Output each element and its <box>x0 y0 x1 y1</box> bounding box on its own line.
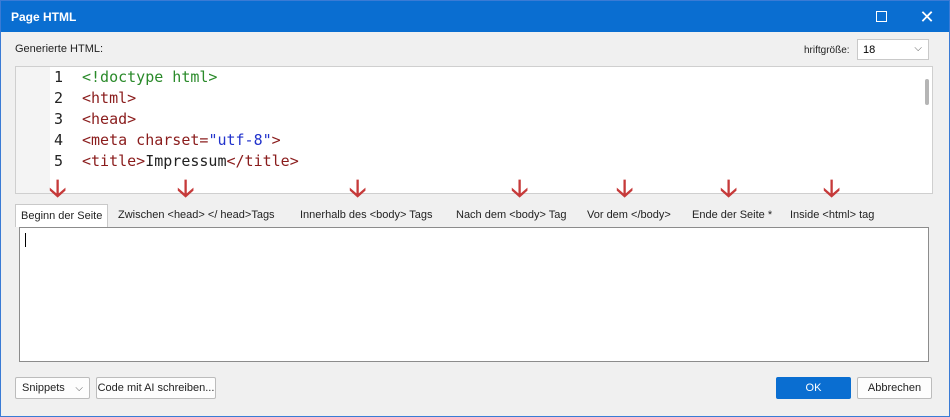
red-arrow-icon: 🡣 <box>49 175 67 202</box>
tab-vor-body-ende[interactable]: Vor dem </body> <box>587 204 671 227</box>
font-size-select[interactable]: 18 ⌵ <box>857 39 929 60</box>
line-number: 5 <box>54 152 64 170</box>
maximize-button[interactable] <box>859 1 903 32</box>
ok-button[interactable]: OK <box>776 377 851 399</box>
red-arrow-icon: 🡣 <box>720 175 738 202</box>
snippets-label: Snippets <box>22 382 65 394</box>
tab-bar: Beginn der Seite Zwischen <head> </ head… <box>15 204 933 227</box>
tab-inside-html[interactable]: Inside <html> tag <box>790 204 874 227</box>
title-bar: Page HTML ✕ <box>1 1 949 32</box>
code-token: "utf-8" <box>208 131 272 149</box>
line-number: 2 <box>54 89 64 107</box>
vertical-scrollbar[interactable] <box>925 79 929 105</box>
code-token: </title> <box>226 152 299 170</box>
line-number: 1 <box>54 68 64 86</box>
line-number: 4 <box>54 131 64 149</box>
red-arrow-icon: 🡣 <box>177 175 195 202</box>
window-title: Page HTML <box>11 10 77 24</box>
tab-nach-body[interactable]: Nach dem <body> Tag <box>456 204 566 227</box>
font-size-label: hriftgröße: <box>804 45 850 56</box>
tab-innerhalb-body[interactable]: Innerhalb des <body> Tags <box>300 204 433 227</box>
red-arrow-icon: 🡣 <box>823 175 841 202</box>
chevron-down-icon: ⌵ <box>75 383 83 394</box>
red-arrow-icon: 🡣 <box>349 175 367 202</box>
code-line: 5 <title>Impressum</title> <box>54 151 299 172</box>
ai-code-button[interactable]: Code mit AI schreiben... <box>96 377 216 399</box>
tab-ende-der-seite[interactable]: Ende der Seite * <box>692 204 772 227</box>
code-editor[interactable]: 1 <!doctype html> 2 <html> 3 <head> 4 <meta … <box>15 66 933 194</box>
red-arrow-icon: 🡣 <box>616 175 634 202</box>
line-gutter <box>16 67 50 193</box>
generated-html-label: Generierte HTML: <box>15 43 104 55</box>
font-size-value: 18 <box>863 44 876 56</box>
text-caret <box>25 233 26 247</box>
snippet-textarea[interactable] <box>19 227 929 362</box>
maximize-icon <box>875 11 887 22</box>
code-token: <title> <box>82 152 146 170</box>
code-line: 3 <head> <box>54 109 136 130</box>
code-token: <head> <box>82 110 137 128</box>
cancel-button[interactable]: Abbrechen <box>857 377 932 399</box>
code-token: > <box>271 131 281 149</box>
close-icon: ✕ <box>919 6 935 27</box>
tab-beginn-der-seite[interactable]: Beginn der Seite <box>15 204 109 227</box>
code-line: 4 <meta charset="utf-8"> <box>54 130 281 151</box>
page-html-dialog: Page HTML ✕ Generierte HTML: hriftgröße:… <box>0 0 950 417</box>
code-token: <meta charset= <box>82 131 209 149</box>
red-arrow-icon: 🡣 <box>511 175 529 202</box>
code-line: 2 <html> <box>54 88 136 109</box>
tab-zwischen-head[interactable]: Zwischen <head> </ head>Tags <box>118 204 275 227</box>
code-token: <!doctype html> <box>82 68 218 86</box>
snippets-dropdown[interactable]: Snippets ⌵ <box>15 377 90 399</box>
code-token: Impressum <box>145 152 227 170</box>
line-number: 3 <box>54 110 64 128</box>
close-button[interactable]: ✕ <box>905 1 949 32</box>
code-token: <html> <box>82 89 137 107</box>
chevron-down-icon: ⌵ <box>914 43 922 54</box>
code-line: 1 <!doctype html> <box>54 67 217 88</box>
